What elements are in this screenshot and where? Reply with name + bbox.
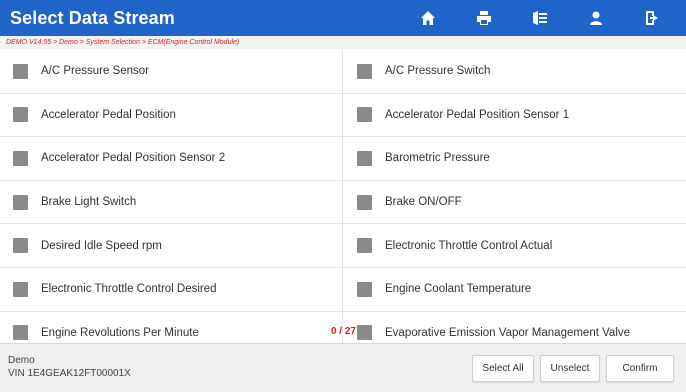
title-bar: Select Data Stream (0, 0, 686, 36)
checkbox[interactable] (357, 194, 372, 210)
list-item[interactable]: Brake Light Switch (0, 180, 343, 224)
vin-number: VIN 1E4GEAK12FT00001X (8, 368, 131, 379)
item-label: Brake ON/OFF (385, 196, 462, 209)
checkbox[interactable] (13, 150, 28, 166)
vehicle-name: Demo (8, 355, 35, 366)
list-item[interactable]: A/C Pressure Sensor (0, 50, 343, 93)
list-row: Accelerator Pedal Position Accelerator P… (0, 93, 686, 138)
checkbox[interactable] (357, 325, 372, 341)
list-item[interactable]: Brake ON/OFF (343, 181, 686, 224)
user-icon (590, 11, 602, 25)
list-item[interactable]: Engine Coolant Temperature (343, 268, 686, 311)
list-row: Accelerator Pedal Position Sensor 2 Baro… (0, 137, 686, 181)
list-item[interactable]: Electronic Throttle Control Desired (0, 267, 343, 311)
checkbox[interactable] (13, 238, 28, 254)
list-item[interactable]: Electronic Throttle Control Actual (343, 224, 686, 267)
unselect-button[interactable]: Unselect (540, 355, 600, 382)
checkbox[interactable] (13, 325, 28, 341)
item-label: A/C Pressure Sensor (41, 65, 150, 78)
list-row: Desired Idle Speed rpm Electronic Thrott… (0, 224, 686, 268)
print-button[interactable] (468, 4, 500, 32)
checkbox[interactable] (357, 150, 372, 166)
list-item[interactable]: Desired Idle Speed rpm (0, 224, 343, 267)
item-label: A/C Pressure Switch (385, 65, 491, 78)
checkbox[interactable] (357, 107, 372, 123)
checkbox[interactable] (357, 238, 372, 254)
home-icon (421, 11, 435, 25)
selection-counter: 0 / 27 (330, 325, 356, 337)
item-label: Engine Revolutions Per Minute (41, 326, 199, 339)
item-label: Brake Light Switch (41, 196, 137, 209)
list-item[interactable]: A/C Pressure Switch (343, 50, 686, 93)
list-row: Electronic Throttle Control Desired Engi… (0, 267, 686, 312)
item-label: Barometric Pressure (385, 152, 490, 165)
list-item[interactable]: Accelerator Pedal Position Sensor 2 (0, 137, 343, 180)
item-label: Accelerator Pedal Position (41, 108, 176, 121)
list-item[interactable]: Accelerator Pedal Position (0, 93, 343, 137)
item-label: Electronic Throttle Control Desired (41, 283, 217, 296)
checkbox[interactable] (13, 63, 28, 79)
checkbox[interactable] (13, 107, 28, 123)
list-item[interactable]: Accelerator Pedal Position Sensor 1 (343, 94, 686, 137)
list-row: Engine Revolutions Per Minute 0 / 27 Evap… (0, 311, 686, 343)
exit-button[interactable] (636, 4, 668, 32)
checkbox[interactable] (13, 281, 28, 297)
home-button[interactable] (412, 4, 444, 32)
user-button[interactable] (580, 4, 612, 32)
item-label: Evaporative Emission Vapor Management Va… (385, 326, 631, 339)
print-icon (477, 11, 491, 25)
item-label: Accelerator Pedal Position Sensor 2 (41, 152, 226, 165)
feedback-icon (533, 11, 547, 25)
page-title: Select Data Stream (10, 7, 175, 28)
list-item[interactable]: Engine Revolutions Per Minute 0 / 27 (0, 311, 356, 343)
confirm-button[interactable]: Confirm (606, 355, 674, 382)
list-row: A/C Pressure Sensor A/C Pressure Switch (0, 50, 686, 94)
item-label: Electronic Throttle Control Actual (385, 239, 553, 252)
select-all-button[interactable]: Select All (472, 355, 534, 382)
item-label: Desired Idle Speed rpm (41, 239, 162, 252)
item-label: Accelerator Pedal Position Sensor 1 (385, 108, 570, 121)
list-item[interactable]: Barometric Pressure (343, 137, 686, 180)
list-row: Brake Light Switch Brake ON/OFF (0, 180, 686, 225)
breadcrumb: DEMO V14.95 > Demo > System Selection > … (0, 36, 686, 49)
list-item[interactable]: Evaporative Emission Vapor Management Va… (343, 312, 686, 343)
vehicle-info: Demo VIN 1E4GEAK12FT00001X (8, 354, 131, 380)
feedback-button[interactable] (524, 4, 556, 32)
item-label: Engine Coolant Temperature (385, 283, 532, 296)
exit-icon (646, 11, 658, 25)
data-stream-list: A/C Pressure Sensor A/C Pressure Switch … (0, 50, 686, 343)
checkbox[interactable] (13, 194, 28, 210)
checkbox[interactable] (357, 63, 372, 79)
footer-bar: Demo VIN 1E4GEAK12FT00001X Select All Un… (0, 343, 686, 392)
checkbox[interactable] (357, 281, 372, 297)
